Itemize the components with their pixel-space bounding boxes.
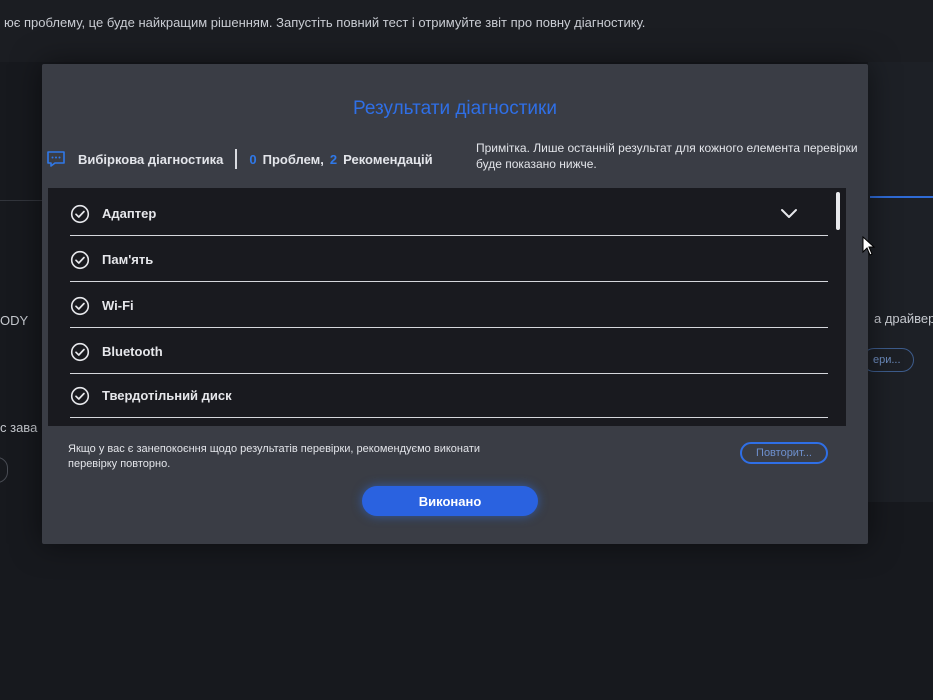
background-right-accent-line	[870, 196, 933, 198]
list-item-bluetooth[interactable]: Bluetooth	[70, 330, 828, 374]
background-right-label: а драйвер	[874, 311, 933, 326]
diagnostics-results-dialog: Результати діагностики Вибіркова діагнос…	[42, 64, 868, 544]
background-left-label-2: с зава	[0, 420, 38, 435]
problems-count: 0	[249, 151, 257, 167]
recommendations-label: Рекомендацій	[343, 151, 433, 167]
item-label: Wi-Fi	[102, 298, 134, 313]
background-right-button[interactable]: ери...	[862, 348, 914, 372]
chevron-down-icon[interactable]	[780, 206, 798, 220]
list-item-ssd[interactable]: Твердотільний диск	[70, 374, 828, 418]
mouse-cursor-icon	[862, 236, 876, 256]
retest-recommendation-text: Якщо у вас є занепокоєння щодо результат…	[68, 443, 481, 470]
retry-button[interactable]: Повторит...	[740, 442, 828, 464]
summary-divider	[235, 149, 238, 169]
results-note: Примітка. Лише останній результат для ко…	[476, 141, 858, 171]
problems-label: Проблем,	[262, 151, 324, 167]
list-item-adapter[interactable]: Адаптер	[70, 192, 828, 236]
dialog-title: Результати діагностики	[353, 98, 557, 119]
check-circle-icon	[70, 204, 90, 224]
summary-label: Вибіркова діагностика	[78, 151, 224, 167]
diagnostics-list: Адаптер Пам'ять Wi-Fi Bluetooth Твердоті…	[48, 188, 846, 426]
background-divider	[0, 200, 42, 201]
done-button[interactable]: Виконано	[362, 486, 538, 516]
background-topbar	[0, 0, 933, 62]
background-left-label: ODY	[0, 313, 29, 328]
check-circle-icon	[70, 296, 90, 316]
item-label: Адаптер	[102, 206, 157, 221]
item-label: Пам'ять	[102, 252, 154, 267]
background-left-button[interactable]	[0, 457, 8, 483]
list-item-memory[interactable]: Пам'ять	[70, 238, 828, 282]
check-circle-icon	[70, 250, 90, 270]
recommendations-count: 2	[329, 151, 338, 167]
background-description-text: ює проблему, це буде найкращим рішенням.…	[4, 15, 646, 30]
list-item-wifi[interactable]: Wi-Fi	[70, 284, 828, 328]
item-label: Твердотільний диск	[102, 388, 232, 403]
check-circle-icon	[70, 342, 90, 362]
diagnostics-summary: Вибіркова діагностика 0 Проблем, 2 Реком…	[46, 148, 433, 170]
check-circle-icon	[70, 386, 90, 406]
chat-icon	[46, 149, 66, 169]
item-label: Bluetooth	[102, 344, 163, 359]
list-scrollbar[interactable]	[836, 192, 840, 230]
background-right-panel	[868, 62, 933, 502]
